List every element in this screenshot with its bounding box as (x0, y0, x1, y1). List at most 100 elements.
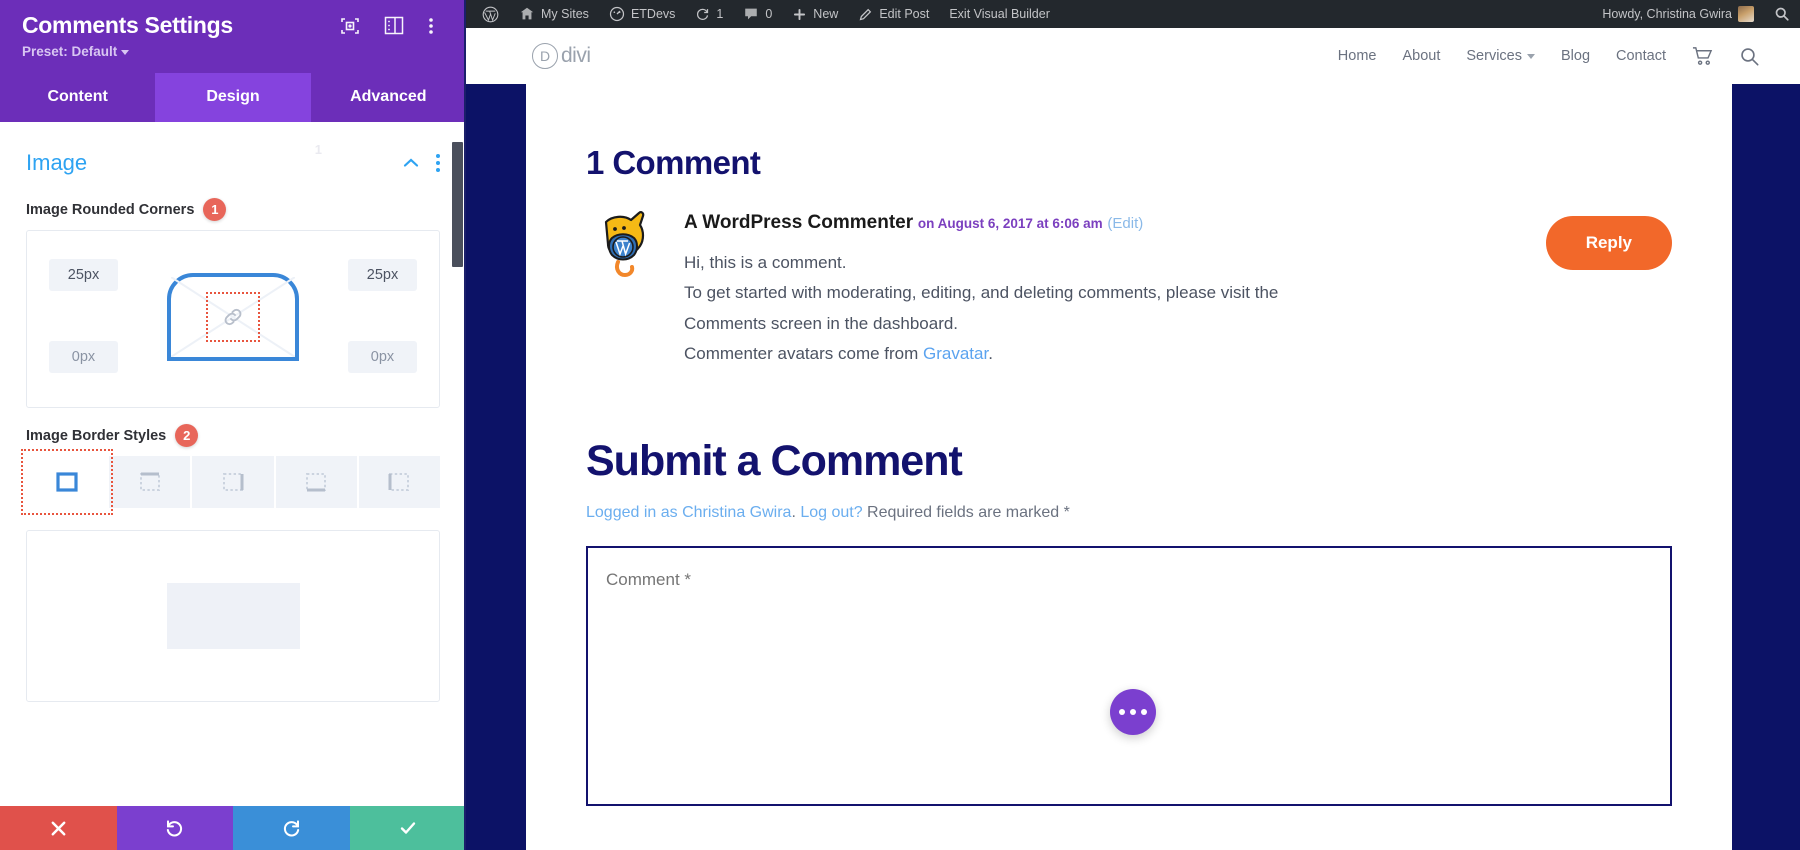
comment-avatar-note-prefix: Commenter avatars come from (684, 343, 924, 363)
nav-item-home[interactable]: Home (1338, 48, 1377, 64)
nav-item-blog[interactable]: Blog (1561, 48, 1590, 64)
logged-in-notice: Logged in as Christina Gwira. Log out? R… (586, 504, 1672, 522)
search-icon[interactable] (1739, 46, 1760, 67)
comment-body: A WordPress Commenter on August 6, 2017 … (684, 208, 1672, 369)
border-styles-label: Image Border Styles 2 (26, 424, 440, 448)
page-content: 1 Comment A WordPress Commenter on Augus… (526, 84, 1732, 850)
browser-stage: My Sites ETDevs 1 0 New Edit Post Exit V… (466, 0, 1800, 850)
page-edge-right (1732, 84, 1800, 850)
logout-link[interactable]: Log out? (800, 504, 862, 521)
chevron-up-icon[interactable] (400, 152, 422, 174)
admin-bar-my-sites-label: My Sites (541, 7, 589, 21)
nav-item-services-label: Services (1466, 48, 1522, 64)
corner-bottom-left-input[interactable]: 0px (49, 341, 118, 374)
admin-bar-site-name[interactable]: ETDevs (599, 0, 685, 28)
border-style-right-option[interactable] (192, 456, 276, 509)
divi-logo[interactable]: D divi (532, 43, 591, 69)
comment-meta: A WordPress Commenter on August 6, 2017 … (684, 212, 1672, 234)
divi-logo-mark: D (532, 43, 558, 69)
panel-title: Comments Settings (22, 12, 233, 38)
admin-bar-exit-visual-builder[interactable]: Exit Visual Builder (939, 0, 1060, 28)
annotation-badge-1: 1 (203, 198, 227, 222)
comment-date: on August 6, 2017 at 6:06 am (917, 216, 1103, 231)
comment-avatar-note: Commenter avatars come from Gravatar. (684, 339, 1672, 369)
admin-bar-new[interactable]: New (782, 0, 848, 28)
commenter-avatar (586, 208, 662, 284)
page-content-wrapper: 1 Comment A WordPress Commenter on Augus… (466, 84, 1800, 850)
panel-edge-divider (464, 0, 466, 850)
admin-bar-comments[interactable]: 0 (733, 0, 782, 28)
border-style-bottom-option[interactable] (275, 456, 359, 509)
nav-item-services[interactable]: Services (1466, 48, 1535, 64)
nav-item-about[interactable]: About (1402, 48, 1440, 64)
comment-paragraph: Hi, this is a comment. (684, 253, 847, 272)
admin-bar-howdy[interactable]: Howdy, Christina Gwira (1592, 0, 1764, 28)
corner-bottom-right-input[interactable]: 0px (348, 341, 417, 374)
admin-bar-edit-post-label: Edit Post (879, 7, 930, 21)
admin-bar-updates[interactable]: 1 (685, 0, 733, 28)
border-style-left-option[interactable] (358, 456, 441, 509)
rounded-corners-label-text: Image Rounded Corners (26, 201, 195, 218)
tab-content[interactable]: Content (0, 73, 155, 122)
admin-bar-search[interactable] (1764, 0, 1800, 28)
comment-input[interactable] (586, 546, 1672, 806)
page-edge-left (466, 84, 526, 850)
cart-icon[interactable] (1692, 46, 1713, 66)
corner-top-right-input[interactable]: 25px (348, 259, 417, 292)
ghost-number: 1 (314, 142, 322, 158)
layout-panel-icon[interactable] (384, 16, 404, 36)
nav-item-contact-label: Contact (1616, 48, 1666, 64)
admin-bar-exit-label: Exit Visual Builder (949, 7, 1050, 21)
discard-button[interactable] (0, 806, 117, 850)
more-vertical-icon[interactable] (428, 16, 448, 36)
link-icon[interactable] (206, 292, 260, 343)
border-style-top-option[interactable] (109, 456, 193, 509)
ellipsis-dot (1141, 709, 1147, 715)
border-styles-label-text: Image Border Styles (26, 427, 167, 444)
nav-item-contact[interactable]: Contact (1616, 48, 1666, 64)
rounded-corners-label: Image Rounded Corners 1 (26, 198, 440, 222)
wordpress-admin-bar: My Sites ETDevs 1 0 New Edit Post Exit V… (466, 0, 1800, 28)
border-style-all-option[interactable] (26, 456, 110, 509)
placeholder-image (166, 583, 300, 650)
rounded-corners-control: 25px 25px 0px 0px (26, 230, 440, 409)
nav-item-blog-label: Blog (1560, 48, 1591, 64)
divi-logo-text: divi (561, 44, 591, 67)
redo-button[interactable] (233, 806, 350, 850)
admin-bar-howdy-label: Howdy, Christina Gwira (1602, 7, 1732, 21)
ellipsis-dot (1119, 709, 1125, 715)
site-nav: Home About Services Blog Contact (1338, 46, 1760, 67)
comment-paragraph: Comments screen in the dashboard. (684, 313, 959, 333)
section-title-image: Image (26, 150, 88, 176)
section-more-icon[interactable] (436, 154, 440, 173)
more-options-fab[interactable] (1110, 689, 1156, 735)
panel-scrollbar-thumb[interactable] (452, 142, 463, 268)
target-icon[interactable] (340, 16, 360, 36)
undo-button[interactable] (116, 806, 233, 850)
preset-selector[interactable]: Preset: Default (22, 44, 448, 59)
chevron-down-icon (121, 50, 130, 56)
avatar (1738, 6, 1754, 22)
tab-advanced[interactable]: Advanced (311, 73, 466, 122)
comment-avatar-note-suffix: . (988, 343, 993, 363)
admin-bar-site-name-label: ETDevs (630, 7, 676, 21)
logged-in-user-link[interactable]: Logged in as Christina Gwira (586, 504, 791, 521)
comment-author: A WordPress Commenter (684, 212, 914, 233)
comments-settings-panel: Comments Settings Preset: Default Conten… (0, 0, 466, 850)
wordpress-logo-icon[interactable] (472, 0, 509, 28)
reply-button[interactable]: Reply (1545, 216, 1672, 270)
gravatar-link[interactable]: Gravatar (923, 344, 988, 363)
comment-edit-link[interactable]: (Edit) (1107, 215, 1143, 232)
submit-comment-heading: Submit a Comment (586, 437, 963, 485)
preset-label: Preset: Default (22, 44, 118, 60)
nav-item-home-label: Home (1337, 48, 1377, 64)
admin-bar-edit-post[interactable]: Edit Post (848, 0, 939, 28)
admin-bar-my-sites[interactable]: My Sites (509, 0, 599, 28)
save-button[interactable] (349, 806, 466, 850)
border-styles-options (21, 449, 441, 516)
corner-top-left-input[interactable]: 25px (49, 259, 118, 292)
tab-design[interactable]: Design (155, 73, 311, 123)
border-preview-box (26, 530, 440, 703)
panel-tabs: Content Design Advanced (0, 73, 466, 123)
image-section-header: 1 Image (26, 122, 440, 182)
